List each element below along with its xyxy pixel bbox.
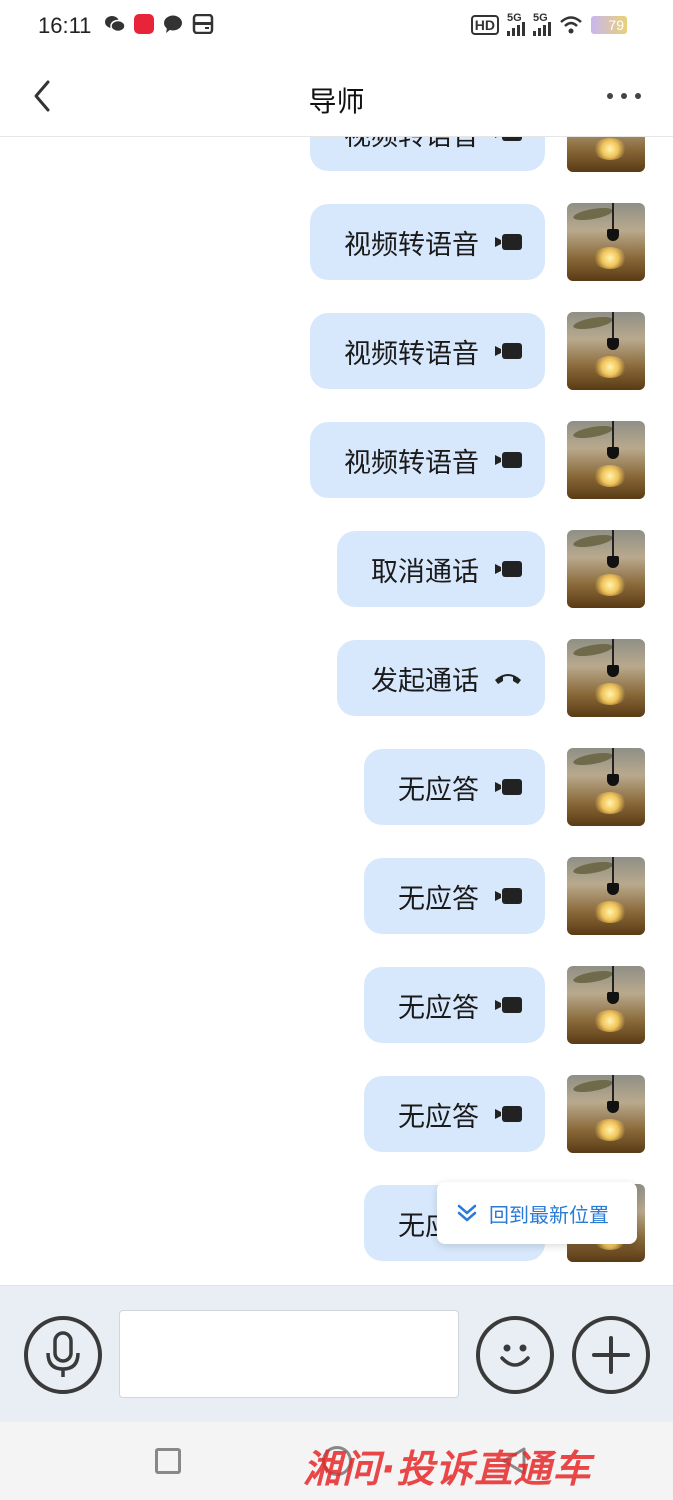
- watermark-logo: 湘问·投诉直通车: [303, 1447, 592, 1491]
- chat-messages[interactable]: 视频转语音视频转语音视频转语音视频转语音取消通话发起通话无应答无应答无应答无应答…: [0, 137, 673, 1285]
- plus-icon: [592, 1336, 630, 1374]
- avatar[interactable]: [567, 1075, 645, 1153]
- avatar[interactable]: [567, 137, 645, 172]
- message-row: 无应答: [364, 748, 645, 826]
- more-button[interactable]: [607, 84, 641, 108]
- message-icon: [164, 15, 182, 33]
- call-type-icon: [493, 137, 523, 144]
- jump-to-latest-label: 回到最新位置: [489, 1202, 609, 1227]
- avatar[interactable]: [567, 421, 645, 499]
- video-icon: [495, 343, 522, 359]
- shopping-app-icon: [134, 14, 154, 34]
- message-bubble[interactable]: 视频转语音: [310, 313, 545, 389]
- message-row: 视频转语音: [310, 421, 645, 499]
- video-icon: [495, 452, 522, 468]
- video-icon: [495, 888, 522, 904]
- message-bubble[interactable]: 无应答: [364, 858, 545, 934]
- avatar[interactable]: [567, 748, 645, 826]
- status-time: 16:11: [38, 13, 92, 38]
- call-type-icon: [493, 776, 523, 798]
- message-text: 无应答: [398, 992, 479, 1024]
- recent-apps-button[interactable]: [155, 1448, 181, 1474]
- video-icon: [495, 997, 522, 1013]
- message-bubble[interactable]: 无应答: [364, 967, 545, 1043]
- message-row: 无应答: [364, 966, 645, 1044]
- message-text: 无应答: [398, 883, 479, 915]
- call-type-icon: [493, 1103, 523, 1125]
- call-type-icon: [493, 994, 523, 1016]
- avatar[interactable]: [567, 966, 645, 1044]
- system-nav-bar: 湘问·投诉直通车: [0, 1422, 673, 1500]
- hd-badge: HD: [470, 15, 499, 35]
- avatar[interactable]: [567, 639, 645, 717]
- message-text: 发起通话: [371, 665, 479, 697]
- call-type-icon: [493, 667, 523, 689]
- message-text: 视频转语音: [344, 229, 479, 261]
- wifi-icon: [560, 16, 582, 34]
- message-bubble[interactable]: 取消通话: [337, 531, 545, 607]
- call-type-icon: [493, 449, 523, 471]
- phone-hangup-icon: [495, 674, 521, 684]
- notification-icons: [104, 14, 214, 34]
- message-row: 视频转语音: [310, 137, 645, 172]
- message-input[interactable]: [119, 1310, 459, 1398]
- message-text: 无应答: [398, 774, 479, 806]
- status-indicators: HD 5G 5G 79: [470, 12, 627, 36]
- message-text: 取消通话: [371, 556, 479, 588]
- message-row: 无应答: [364, 1075, 645, 1153]
- smiley-icon: [500, 1344, 530, 1367]
- video-icon: [495, 561, 522, 577]
- avatar[interactable]: [567, 857, 645, 935]
- signal-1-icon: 5G: [507, 12, 525, 36]
- message-bubble[interactable]: 视频转语音: [310, 204, 545, 280]
- plus-button[interactable]: [572, 1316, 650, 1394]
- call-type-icon: [493, 885, 523, 907]
- page-title: 导师: [308, 85, 365, 118]
- message-bubble[interactable]: 视频转语音: [310, 137, 545, 171]
- wallet-icon: [192, 14, 214, 34]
- voice-button[interactable]: [24, 1316, 102, 1394]
- message-row: 取消通话: [337, 530, 645, 608]
- call-type-icon: [493, 231, 523, 253]
- emoji-button[interactable]: [476, 1316, 554, 1394]
- status-bar: 16:11 HD 5G 5G 79: [0, 0, 673, 54]
- call-type-icon: [493, 558, 523, 580]
- call-type-icon: [493, 340, 523, 362]
- avatar[interactable]: [567, 530, 645, 608]
- double-chevron-down-icon: [457, 1204, 477, 1222]
- message-bubble[interactable]: 无应答: [364, 749, 545, 825]
- avatar[interactable]: [567, 203, 645, 281]
- message-row: 视频转语音: [310, 312, 645, 390]
- message-row: 无应答: [364, 857, 645, 935]
- message-row: 视频转语音: [310, 203, 645, 281]
- battery-indicator: 79: [591, 16, 627, 34]
- message-text: 视频转语音: [344, 137, 479, 153]
- microphone-icon: [46, 1331, 80, 1377]
- avatar[interactable]: [567, 312, 645, 390]
- chat-header: 导师: [0, 54, 673, 137]
- message-bubble[interactable]: 视频转语音: [310, 422, 545, 498]
- video-icon: [495, 137, 522, 141]
- message-text: 视频转语音: [344, 447, 479, 479]
- message-text: 视频转语音: [344, 338, 479, 370]
- video-icon: [495, 1106, 522, 1122]
- message-row: 发起通话: [337, 639, 645, 717]
- message-text: 无应答: [398, 1101, 479, 1133]
- more-dots-icon: [607, 93, 613, 99]
- video-icon: [495, 234, 522, 250]
- signal-2-icon: 5G: [533, 12, 551, 36]
- jump-to-latest-button[interactable]: 回到最新位置: [437, 1182, 637, 1244]
- message-bubble[interactable]: 发起通话: [337, 640, 545, 716]
- message-bubble[interactable]: 无应答: [364, 1076, 545, 1152]
- video-icon: [495, 779, 522, 795]
- input-bar: [0, 1285, 673, 1422]
- wechat-icon: [105, 16, 126, 33]
